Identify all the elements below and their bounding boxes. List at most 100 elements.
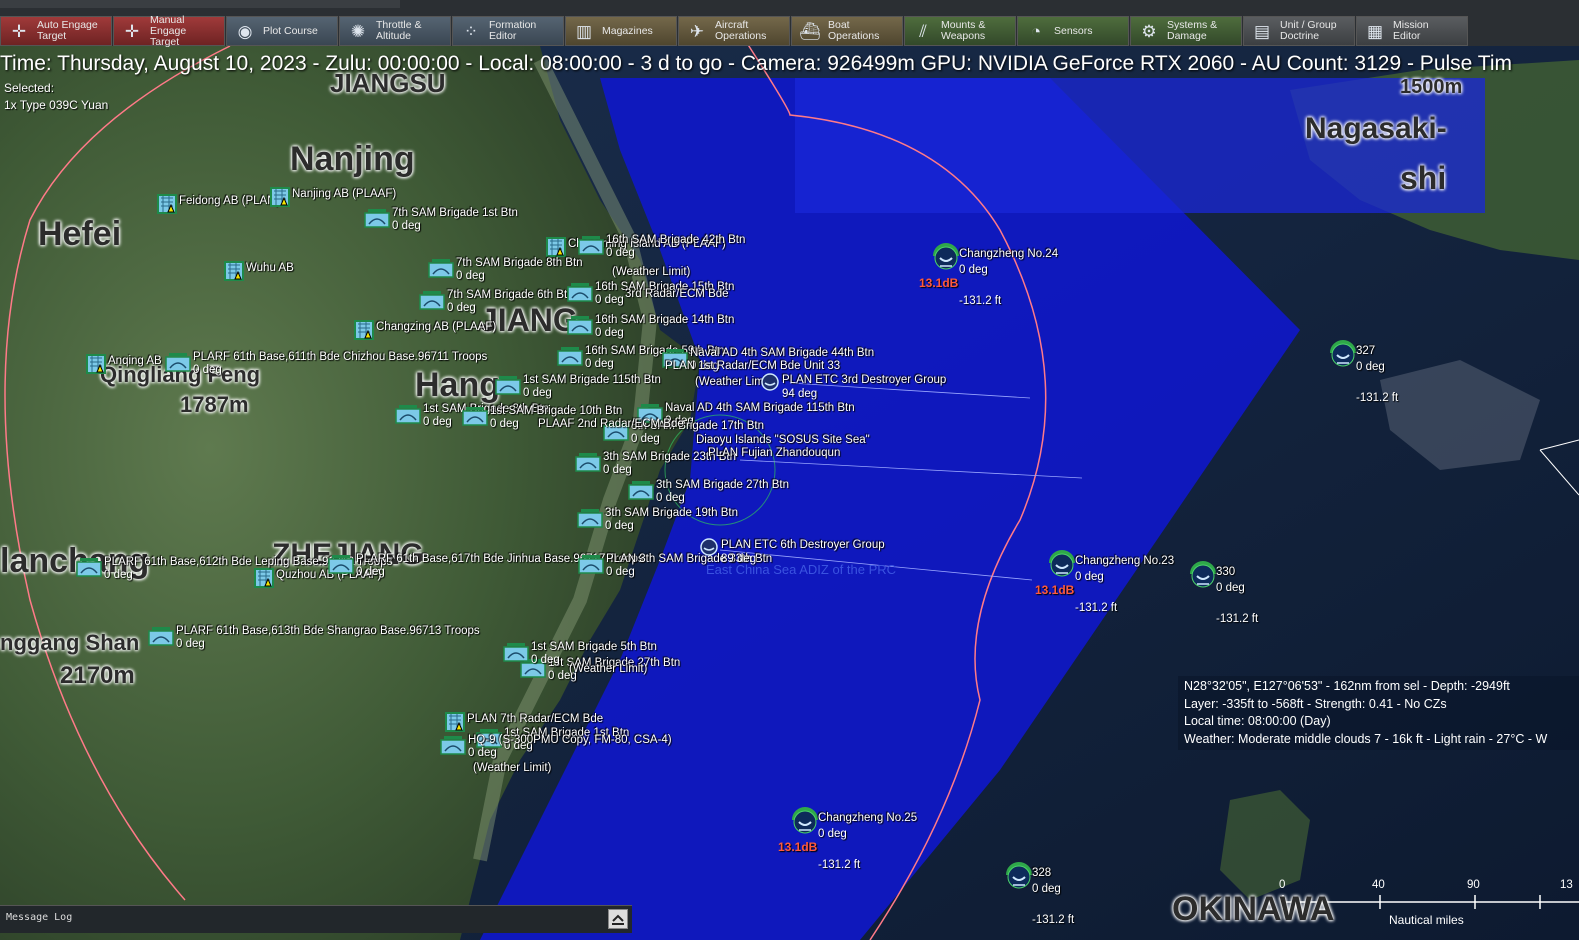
heading-label: 0 deg bbox=[104, 569, 133, 581]
sam-site-label: 1st SAM Brigade 10th Btn bbox=[490, 405, 623, 417]
heading-label: 0 deg bbox=[606, 566, 635, 578]
sam-site-label: HQ-9 (S-300PMU Copy, FM-80, CSA-4) bbox=[468, 734, 672, 746]
ship-group-icon[interactable] bbox=[699, 537, 719, 562]
airbase-icon[interactable] bbox=[157, 194, 177, 219]
sam-site-icon[interactable] bbox=[575, 452, 601, 477]
sam-site-icon[interactable] bbox=[628, 480, 654, 505]
mission-icon: ▦ bbox=[1366, 21, 1384, 41]
crosshair-icon: ✛ bbox=[124, 21, 140, 41]
submarine-icon[interactable] bbox=[1188, 560, 1218, 595]
contact-heading: 0 deg bbox=[1075, 571, 1104, 583]
cursor-local-time: Local time: 08:00:00 (Day) bbox=[1184, 714, 1331, 728]
contact-heading: 0 deg bbox=[1216, 582, 1245, 594]
toolbar-button-3[interactable]: ✺ Throttle & Altitude bbox=[339, 16, 451, 46]
sam-site-icon[interactable] bbox=[567, 315, 593, 340]
airbase-icon[interactable] bbox=[270, 187, 290, 212]
toolbar-button-8[interactable]: ⫽ Mounts & Weapons bbox=[904, 16, 1016, 46]
airbase-icon[interactable] bbox=[354, 320, 374, 345]
heading-label: 0 deg bbox=[523, 387, 552, 399]
sam-site-icon[interactable] bbox=[395, 404, 421, 429]
sam-site-icon[interactable] bbox=[577, 508, 603, 533]
cursor-weather: Weather: Moderate middle clouds 7 - 16k … bbox=[1184, 731, 1548, 746]
city-label: Hefei bbox=[38, 215, 122, 253]
submarine-icon[interactable] bbox=[790, 806, 820, 841]
toolbar-button-label: Boat Operations bbox=[828, 19, 880, 42]
annotation-label: PLAAF 2nd Radar/ECM Bde bbox=[538, 418, 684, 430]
message-log-label: Message Log bbox=[6, 912, 73, 923]
toolbar-button-11[interactable]: ▤ Unit / Group Doctrine bbox=[1243, 16, 1355, 46]
airbase-icon[interactable] bbox=[86, 354, 106, 379]
contact-depth: -131.2 ft bbox=[1356, 392, 1399, 404]
heading-label: 0 deg bbox=[423, 416, 452, 428]
message-log-bar[interactable]: Message Log bbox=[0, 905, 632, 933]
submarine-icon[interactable] bbox=[1328, 339, 1358, 374]
toolbar-button-12[interactable]: ▦ Mission Editor bbox=[1356, 16, 1468, 46]
sam-site-label: Naval AD 4th SAM Brigade 44th Btn bbox=[690, 347, 875, 359]
toolbar-button-7[interactable]: ⛴ Boat Operations bbox=[791, 16, 903, 46]
sam-site-label: 3th SAM Brigade 19th Btn bbox=[605, 507, 738, 519]
contact-heading: 0 deg bbox=[959, 264, 988, 276]
toolbar-button-10[interactable]: ⚙ Systems & Damage bbox=[1130, 16, 1242, 46]
ship-group-icon[interactable] bbox=[760, 372, 780, 397]
heading-label: 0 deg bbox=[606, 247, 635, 259]
toolbar-button-label: Throttle & Altitude bbox=[376, 19, 422, 42]
city-label: 1500m bbox=[1400, 76, 1463, 98]
submarine-icon[interactable] bbox=[931, 242, 961, 277]
sam-site-label: 7th SAM Brigade 1st Btn bbox=[392, 207, 518, 219]
sam-site-label: 1st SAM Brigade 115th Btn bbox=[523, 374, 661, 386]
group-name: PLAN ETC 6th Destroyer Group bbox=[721, 539, 885, 551]
toolbar-button-9[interactable]: ◔ Sensors bbox=[1017, 16, 1129, 46]
sam-site-icon[interactable] bbox=[148, 626, 174, 651]
sam-site-label: PLARF 61th Base,611th Bde Chizhou Base.9… bbox=[193, 351, 488, 363]
submarine-icon[interactable] bbox=[1047, 549, 1077, 584]
annotation-label: Diaoyu Islands "SOSUS Site Sea" bbox=[696, 434, 870, 446]
contact-name: Changzheng No.25 bbox=[818, 812, 918, 824]
city-label: nggang Shan bbox=[0, 630, 140, 655]
group-heading: 89 deg bbox=[721, 553, 757, 565]
gauge-icon: ✺ bbox=[350, 21, 366, 41]
heading-label: 0 deg bbox=[176, 638, 205, 650]
annotation-label: (Weather Limit) bbox=[612, 266, 691, 278]
aircraft-icon: ✈ bbox=[689, 21, 705, 41]
heading-label: 0 deg bbox=[468, 747, 497, 759]
sam-site-icon[interactable] bbox=[567, 282, 593, 307]
toolbar-button-2[interactable]: ◉ Plot Course bbox=[226, 16, 338, 46]
submarine-icon[interactable] bbox=[1004, 861, 1034, 896]
heading-label: 0 deg bbox=[531, 654, 560, 666]
sam-site-icon[interactable] bbox=[495, 375, 521, 400]
heading-label: 0 deg bbox=[631, 433, 660, 445]
toolbar-button-label: Magazines bbox=[602, 24, 653, 37]
sam-site-icon[interactable] bbox=[328, 554, 354, 579]
sam-site-icon[interactable] bbox=[503, 642, 529, 667]
sam-site-icon[interactable] bbox=[428, 258, 454, 283]
sam-site-icon[interactable] bbox=[364, 208, 390, 233]
airbase-icon[interactable] bbox=[254, 568, 274, 593]
airbase-icon[interactable] bbox=[224, 261, 244, 286]
sam-site-label: 7th SAM Brigade 8th Btn bbox=[456, 257, 583, 269]
toolbar-button-5[interactable]: ▥ Magazines bbox=[565, 16, 677, 46]
toolbar-button-6[interactable]: ✈ Aircraft Operations bbox=[678, 16, 790, 46]
toolbar-button-0[interactable]: ✛ Auto Engage Target bbox=[0, 16, 112, 46]
sam-site-icon[interactable] bbox=[76, 557, 102, 582]
expand-log-button[interactable] bbox=[608, 909, 628, 929]
airbase-label: Changzing AB (PLAAF) bbox=[376, 321, 497, 333]
scale-unit: Nautical miles bbox=[1389, 913, 1464, 927]
doctrine-icon: ▤ bbox=[1253, 21, 1271, 41]
sam-site-icon[interactable] bbox=[440, 735, 466, 760]
heading-label: 0 deg bbox=[603, 464, 632, 476]
toolbar-button-1[interactable]: ✛ Manual Engage Target bbox=[113, 14, 225, 47]
sam-site-icon[interactable] bbox=[462, 406, 488, 431]
airbase-icon[interactable] bbox=[445, 712, 465, 737]
sam-site-icon[interactable] bbox=[557, 346, 583, 371]
toolbar-button-4[interactable]: ⁘ Formation Editor bbox=[452, 16, 564, 46]
toolbar-top-strip bbox=[0, 0, 400, 8]
sam-site-icon[interactable] bbox=[165, 352, 191, 377]
selection-unit[interactable]: 1x Type 039C Yuan bbox=[4, 97, 108, 114]
sam-site-icon[interactable] bbox=[419, 290, 445, 315]
sam-site-icon[interactable] bbox=[578, 554, 604, 579]
annotation-label: 3rd Radar/ECM Bde bbox=[625, 288, 729, 300]
contact-name: 330 bbox=[1216, 566, 1236, 578]
cursor-info-panel: N28°32'05", E127°06'53" - 162nm from sel… bbox=[1178, 676, 1579, 750]
annotation-label: PLAN Fujian Zhandouqun bbox=[708, 447, 841, 459]
contact-depth: -131.2 ft bbox=[959, 295, 1002, 307]
